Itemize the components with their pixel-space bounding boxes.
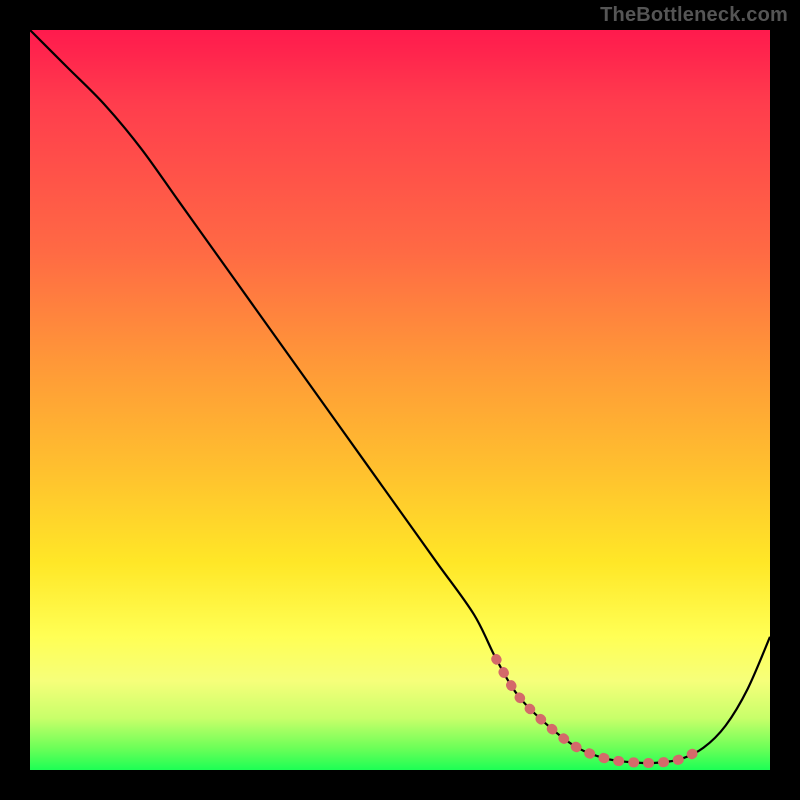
bottleneck-curve-highlight (496, 659, 703, 763)
chart-container: TheBottleneck.com (0, 0, 800, 800)
curve-svg (30, 30, 770, 770)
watermark-text: TheBottleneck.com (600, 4, 788, 27)
bottleneck-curve-line (30, 30, 770, 763)
plot-area (30, 30, 770, 770)
